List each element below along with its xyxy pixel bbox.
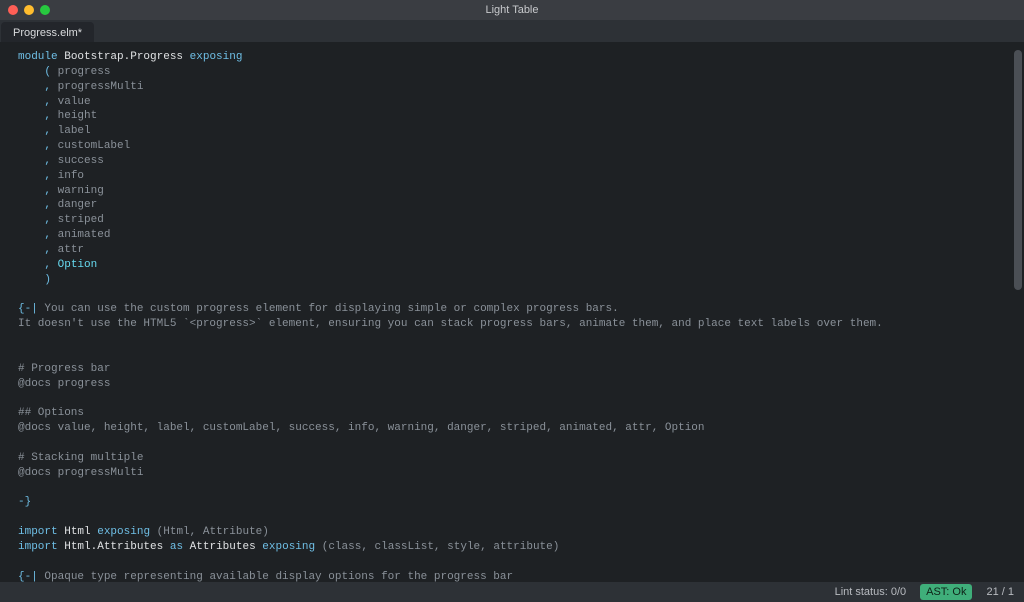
keyword-module: module (18, 51, 58, 63)
lint-status: Lint status: 0/0 (835, 585, 907, 600)
titlebar: Light Table (0, 0, 1024, 20)
status-bar: Lint status: 0/0 AST: Ok 21 / 1 (0, 582, 1024, 602)
tab-progress-elm[interactable]: Progress.elm* (1, 22, 94, 42)
window-title: Light Table (0, 3, 1024, 18)
scrollbar[interactable] (1014, 50, 1022, 290)
keyword-exposing: exposing (190, 51, 243, 63)
export-option: Option (58, 259, 98, 271)
tab-bar: Progress.elm* (0, 20, 1024, 42)
module-path: Bootstrap.Progress (64, 51, 183, 63)
source-code: module Bootstrap.Progress exposing ( pro… (18, 50, 1010, 582)
ast-status[interactable]: AST: Ok (920, 584, 972, 601)
cursor-position: 21 / 1 (986, 585, 1014, 600)
code-editor[interactable]: module Bootstrap.Progress exposing ( pro… (0, 42, 1024, 582)
